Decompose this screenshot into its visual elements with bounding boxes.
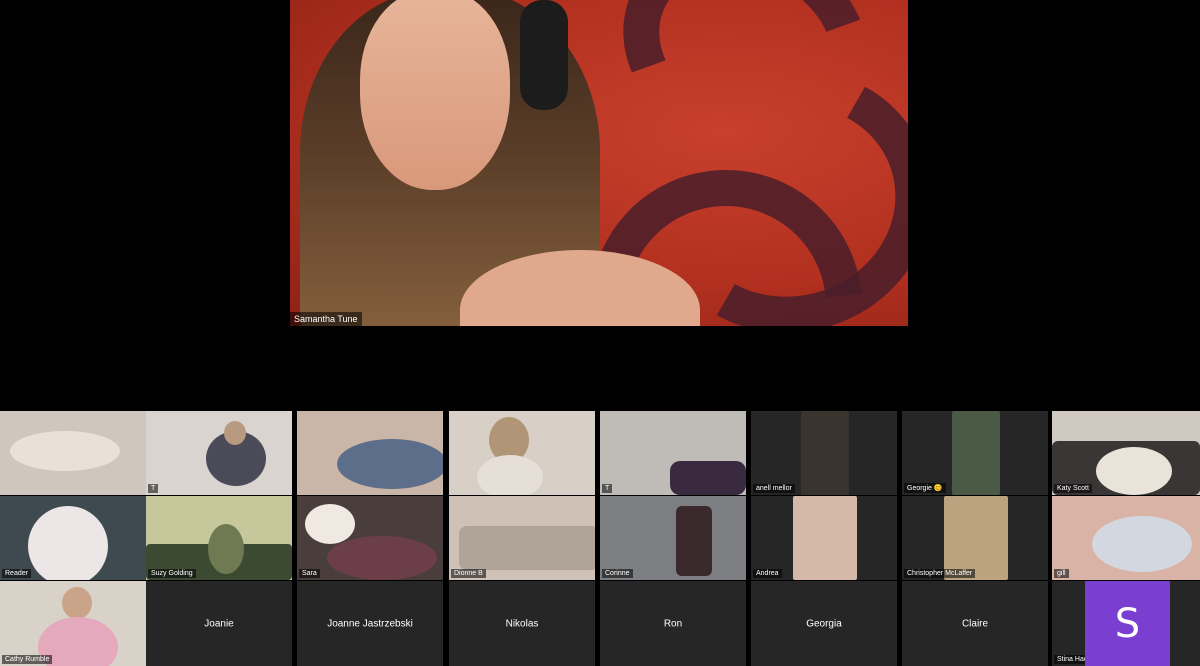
- participant-name: gill: [1054, 569, 1069, 578]
- participant-name: Georgia: [806, 618, 842, 629]
- participant-name: Cathy Rumble: [2, 655, 53, 664]
- participant-tile[interactable]: anell mellor: [751, 411, 897, 495]
- speaker-name-label: Samantha Tune: [290, 312, 362, 326]
- participant-tile[interactable]: [449, 411, 595, 495]
- participant-name: T: [148, 484, 159, 493]
- participant-tile[interactable]: Nikolas: [449, 581, 595, 666]
- participant-name: Suzy Golding: [148, 569, 196, 578]
- participant-name: Corinne: [602, 569, 633, 578]
- participant-tile[interactable]: Dionne B: [449, 496, 595, 580]
- participant-tile[interactable]: T: [146, 411, 292, 495]
- participant-tile[interactable]: Katy Scott: [1052, 411, 1200, 495]
- participant-name: Ron: [663, 618, 683, 629]
- participant-name: Reader: [2, 569, 31, 578]
- participant-tile[interactable]: Claire: [902, 581, 1048, 666]
- participant-tile[interactable]: Georgie 😊: [902, 411, 1048, 495]
- participant-tile[interactable]: Andrea: [751, 496, 897, 580]
- participant-tile[interactable]: Sara: [297, 496, 443, 580]
- headphones-icon: [520, 0, 568, 110]
- participant-tile[interactable]: Christopher McLaffer: [902, 496, 1048, 580]
- participant-name: T: [602, 484, 613, 493]
- participant-name: Andrea: [753, 569, 782, 578]
- participant-tile[interactable]: Reader: [0, 496, 146, 580]
- participant-name: Katy Scott: [1054, 484, 1092, 493]
- participant-tile[interactable]: Joanne Jastrzebski: [297, 581, 443, 666]
- participant-tile[interactable]: [0, 411, 146, 495]
- participant-name: Nikolas: [505, 618, 539, 629]
- participant-tile[interactable]: Suzy Golding: [146, 496, 292, 580]
- participant-name: Joanne Jastrzebski: [327, 618, 413, 629]
- speaker-person: [290, 0, 710, 326]
- participant-tile[interactable]: gill: [1052, 496, 1200, 580]
- participant-tile[interactable]: Cathy Rumble: [0, 581, 146, 666]
- participant-name: Joanie: [204, 618, 234, 629]
- participant-name: Sara: [299, 569, 320, 578]
- participant-name: Claire: [961, 618, 989, 629]
- participant-tile[interactable]: Joanie: [146, 581, 292, 666]
- participant-tile[interactable]: [297, 411, 443, 495]
- participant-name: anell mellor: [753, 484, 795, 493]
- participant-grid: T T anell mellor Georgie 😊 Katy Scott Re…: [0, 411, 1200, 666]
- participant-tile[interactable]: Ron: [600, 581, 746, 666]
- active-speaker-video[interactable]: Samantha Tune: [290, 0, 908, 326]
- meeting-gallery-view: Samantha Tune T T anell mellor Georgie 😊…: [0, 0, 1200, 666]
- participant-name: Dionne B: [451, 569, 486, 578]
- participant-tile[interactable]: Georgia: [751, 581, 897, 666]
- participant-name: Christopher McLaffer: [904, 569, 976, 578]
- participant-tile[interactable]: T: [600, 411, 746, 495]
- participant-name: Georgie 😊: [904, 483, 946, 493]
- avatar: S: [1085, 581, 1170, 666]
- participant-tile[interactable]: Corinne: [600, 496, 746, 580]
